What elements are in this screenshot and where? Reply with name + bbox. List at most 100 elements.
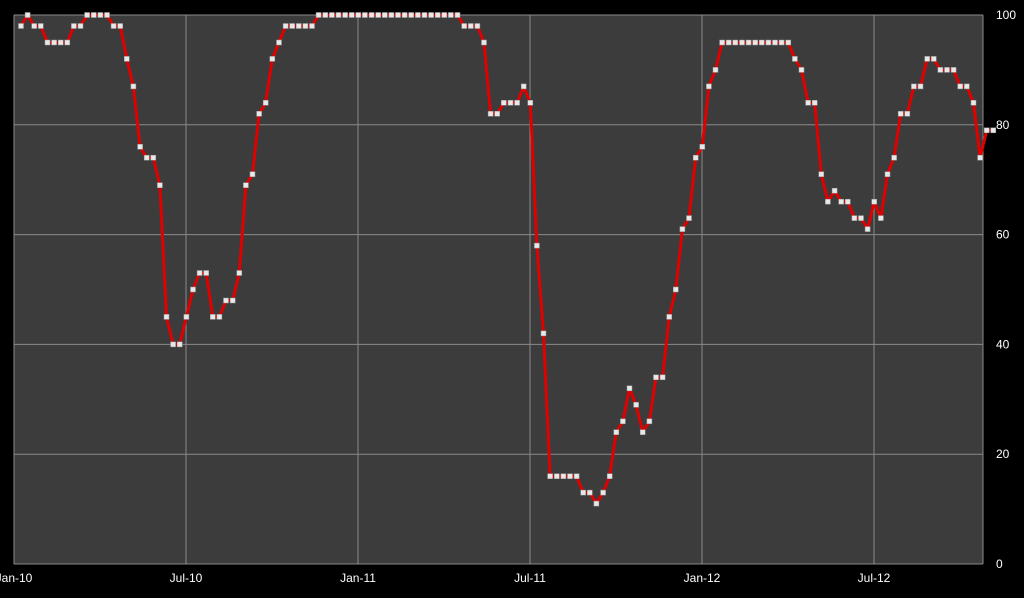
data-point <box>64 39 71 46</box>
data-point <box>626 385 633 392</box>
data-point <box>408 12 414 18</box>
data-point <box>719 39 725 46</box>
data-point <box>210 314 216 320</box>
y-tick-label: 60 <box>996 228 1010 242</box>
data-point <box>858 215 864 221</box>
data-point <box>534 242 540 249</box>
data-point <box>851 215 858 221</box>
x-tick-label: Jul-10 <box>170 571 203 585</box>
data-point <box>745 39 752 46</box>
data-point <box>580 489 586 496</box>
data-point <box>262 100 269 106</box>
data-point <box>229 297 236 304</box>
data-point <box>639 429 646 435</box>
data-point <box>871 198 877 205</box>
data-point <box>223 297 229 304</box>
y-tick-label: 100 <box>996 8 1016 22</box>
data-point <box>798 67 805 73</box>
data-point <box>706 83 712 90</box>
data-point <box>97 12 104 18</box>
x-tick-label: Jan-11 <box>340 571 376 585</box>
data-point <box>183 314 190 320</box>
data-point <box>838 198 844 205</box>
data-point <box>772 39 778 46</box>
data-point <box>554 473 560 479</box>
data-point <box>401 12 408 18</box>
data-point <box>917 83 924 90</box>
data-point <box>567 473 573 479</box>
data-point <box>150 154 157 161</box>
x-tick-label: Jan-10 <box>0 571 33 585</box>
data-point <box>725 39 732 46</box>
data-point <box>487 111 494 117</box>
data-point <box>520 83 527 90</box>
data-point <box>415 12 421 18</box>
data-point <box>977 154 983 161</box>
data-point <box>468 23 474 29</box>
data-point <box>461 23 467 29</box>
line-chart: 020406080100 Jan-10Jul-10Jan-11Jul-11Jan… <box>0 8 1016 585</box>
data-point <box>104 12 110 18</box>
data-point <box>732 39 739 46</box>
data-point <box>792 56 798 62</box>
plot-background <box>14 15 983 564</box>
data-point <box>44 39 51 46</box>
data-point <box>428 12 434 18</box>
data-point <box>950 67 957 73</box>
data-point <box>679 226 686 232</box>
data-point <box>31 23 37 29</box>
data-point <box>368 12 375 18</box>
data-point <box>18 23 24 29</box>
data-point <box>739 39 745 46</box>
data-point <box>382 12 388 18</box>
data-point <box>362 12 368 18</box>
data-point <box>778 39 785 46</box>
data-point <box>699 144 706 150</box>
data-point <box>964 83 970 90</box>
data-point <box>600 489 606 496</box>
data-point <box>203 270 209 276</box>
data-point <box>322 12 329 18</box>
data-point <box>448 12 454 18</box>
data-point <box>911 83 917 90</box>
data-point <box>884 171 891 177</box>
data-point <box>897 111 904 117</box>
data-point <box>190 286 196 293</box>
data-point <box>818 171 825 177</box>
data-point <box>540 330 547 337</box>
data-point <box>831 187 838 194</box>
data-point <box>441 12 448 18</box>
data-point <box>983 127 990 134</box>
data-point <box>249 171 256 177</box>
data-point <box>507 100 514 106</box>
data-point <box>481 39 487 46</box>
data-point <box>315 12 322 18</box>
data-point <box>659 374 666 381</box>
data-point <box>216 314 223 320</box>
data-point <box>752 39 758 46</box>
data-point <box>765 39 772 46</box>
data-point <box>117 23 123 29</box>
data-point <box>904 111 911 117</box>
data-point <box>77 23 84 29</box>
data-point <box>527 100 534 106</box>
y-axis-tick-labels: 0 20 40 60 80 100 <box>996 8 1016 571</box>
data-point <box>375 12 381 18</box>
data-point <box>51 39 57 46</box>
data-point <box>71 23 77 29</box>
data-point <box>494 111 500 117</box>
data-point <box>276 39 282 46</box>
data-point <box>547 473 553 479</box>
data-point <box>573 473 580 479</box>
data-point <box>157 182 163 188</box>
data-point <box>606 473 613 479</box>
x-tick-label: Jul-12 <box>858 571 891 585</box>
data-point <box>878 215 884 221</box>
y-tick-label: 20 <box>996 447 1010 461</box>
data-point <box>348 12 355 18</box>
x-axis-tick-labels: Jan-10 Jul-10 Jan-11 Jul-11 Jan-12 Jul-12 <box>0 571 891 585</box>
data-point <box>805 100 811 106</box>
data-point <box>302 23 309 29</box>
data-point <box>845 198 851 205</box>
data-point <box>282 23 289 29</box>
